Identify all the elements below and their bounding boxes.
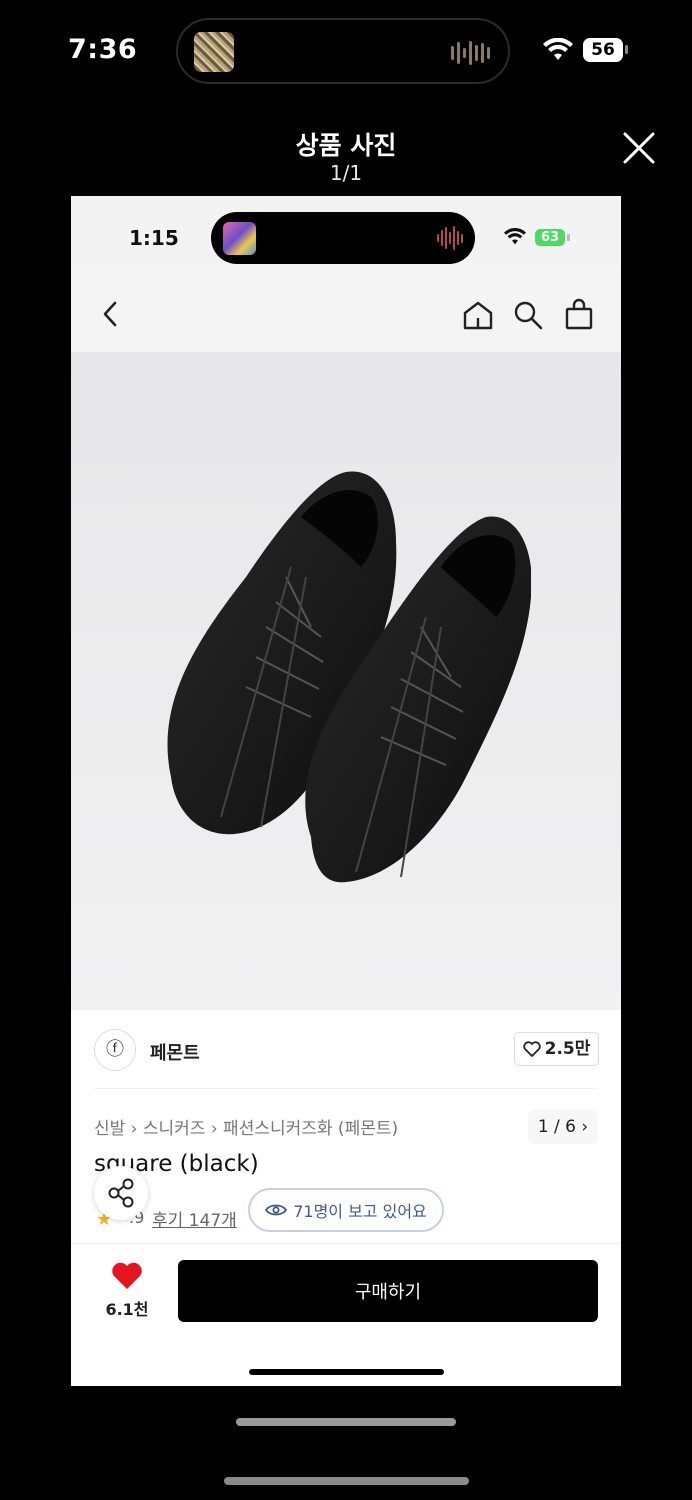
close-icon[interactable] [621,130,657,166]
inner-home-indicator [249,1369,444,1375]
home-indicator[interactable] [224,1477,469,1485]
inner-dynamic-island [211,212,475,264]
breadcrumb[interactable]: 신발 › 스니커즈 › 패션스니커즈화 (페몬트) [94,1114,398,1139]
inner-battery-indicator: 63 [535,229,565,246]
wishlist-heart-icon[interactable] [111,1262,143,1290]
battery-indicator: 56 [583,38,623,62]
sneaker-product-image [167,471,531,883]
search-icon[interactable] [513,300,543,330]
product-image-gallery[interactable]: 1 / 6 › [71,352,621,1144]
brand-like-button[interactable]: 2.5만 [514,1032,599,1066]
inner-battery-tip [567,234,570,241]
inner-status-bar: 1:15 63 [71,196,621,266]
now-playing-artwork [194,32,234,72]
inner-status-time: 1:15 [129,226,179,250]
share-icon [108,1178,134,1208]
viewer-title: 상품 사진 [295,131,397,160]
audio-wave-icon [451,40,490,66]
review-count-link[interactable]: 후기 147개 [152,1206,237,1231]
bottom-bar-divider [71,1243,621,1244]
battery-tip [625,45,628,54]
shopping-bag-icon[interactable] [564,298,594,330]
dynamic-island[interactable] [176,18,510,84]
heart-outline-icon [522,1041,541,1057]
product-screenshot: 1:15 63 1 / 6 › ⓕ 페몬트 2.5만 신발 › 스니커즈 › 패… [71,196,621,1386]
status-time: 7:36 [68,34,138,65]
eye-icon [265,1204,288,1216]
gallery-pager[interactable]: 1 / 6 › [528,1110,598,1144]
inner-audio-wave-icon [437,225,463,251]
wifi-icon [543,38,573,60]
viewer-scroll-indicator [236,1418,456,1426]
wishlist-count: 6.1천 [105,1300,149,1319]
share-button[interactable] [94,1166,148,1220]
live-viewers-text: 71명이 보고 있어요 [293,1202,427,1221]
live-viewers-badge: 71명이 보고 있어요 [248,1188,444,1232]
viewer-counter: 1/1 [329,161,363,185]
brand-logo[interactable]: ⓕ [94,1029,136,1071]
buy-button[interactable]: 구매하기 [178,1260,598,1322]
inner-wifi-icon [504,228,526,245]
divider [94,1088,598,1089]
back-arrow-icon[interactable] [99,300,123,328]
inner-artwork [223,222,256,255]
brand-like-count: 2.5만 [544,1039,591,1059]
brand-name[interactable]: 페몬트 [150,1039,200,1065]
home-icon[interactable] [462,300,494,330]
